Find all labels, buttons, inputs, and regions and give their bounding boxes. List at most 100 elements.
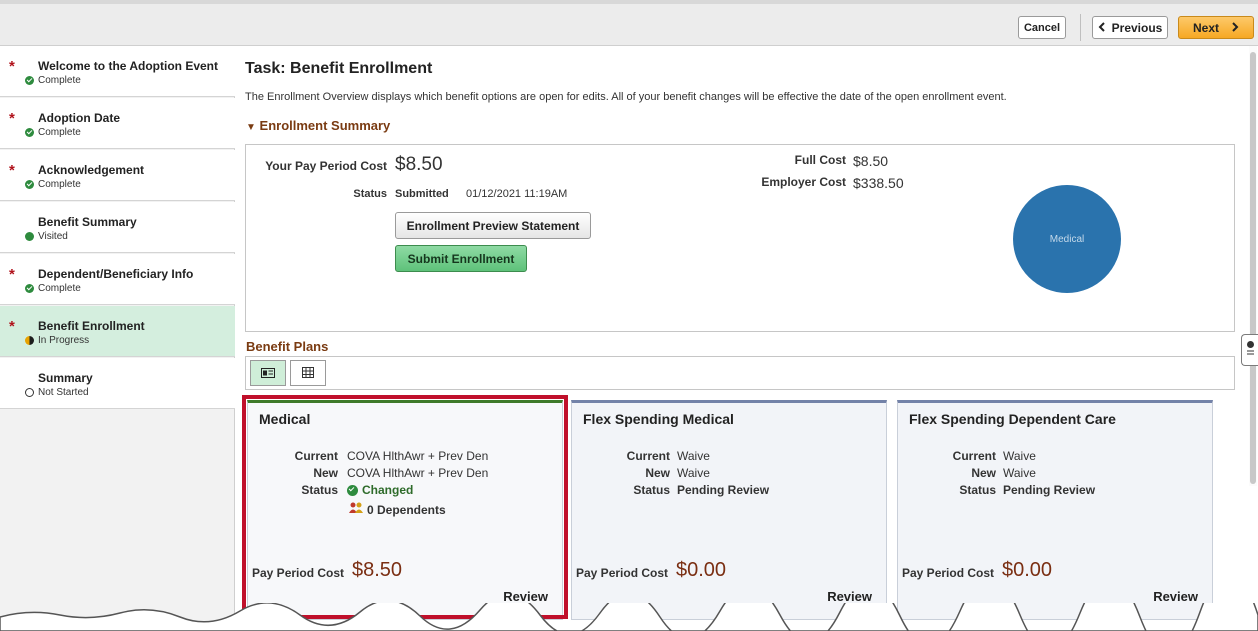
status-text: Complete: [38, 75, 81, 86]
cost-pie-chart[interactable]: Medical: [1012, 184, 1122, 294]
current-value: Waive: [1003, 449, 1036, 463]
sidebar-item-status: Complete: [25, 75, 81, 86]
card-title: Flex Spending Dependent Care: [909, 411, 1116, 427]
status-date: 01/12/2021 11:19AM: [466, 188, 568, 200]
check-circle-icon: [25, 128, 34, 137]
sidebar-item-status: In Progress: [25, 335, 89, 346]
benefit-card-flex-spending-medical[interactable]: Flex Spending Medical Current Waive New …: [571, 400, 887, 620]
review-link[interactable]: Review: [827, 589, 872, 604]
new-label: New: [645, 466, 670, 480]
sidebar-item-welcome[interactable]: * Welcome to the Adoption Event Complete: [0, 46, 235, 97]
current-value: Waive: [677, 449, 710, 463]
benefit-plans-heading: Benefit Plans: [246, 339, 329, 354]
sidebar-item-acknowledgement[interactable]: * Acknowledgement Complete: [0, 150, 235, 201]
pay-period-cost-value: $8.50: [395, 154, 443, 175]
sidebar-item-status: Complete: [25, 283, 81, 294]
previous-button[interactable]: Previous: [1092, 16, 1168, 39]
sidebar-item-benefit-summary[interactable]: Benefit Summary Visited: [0, 202, 235, 253]
full-cost-value: $8.50: [853, 153, 889, 169]
sidebar-item-summary[interactable]: Summary Not Started: [0, 358, 235, 409]
intro-text: The Enrollment Overview displays which b…: [245, 91, 1007, 103]
sidebar-item-adoption-date[interactable]: * Adoption Date Complete: [0, 98, 235, 149]
pay-period-cost-value: $0.00: [1002, 559, 1053, 581]
torn-edge-decoration: [0, 603, 1258, 631]
sidebar-item-title: Summary: [38, 371, 93, 385]
sidebar-item-title: Acknowledgement: [38, 163, 145, 177]
check-circle-icon: [25, 76, 34, 85]
grid-view-icon: [302, 366, 314, 381]
review-link[interactable]: Review: [1153, 589, 1198, 604]
required-marker: *: [9, 110, 15, 127]
pay-period-cost-label: Pay Period Cost: [902, 566, 995, 580]
sidebar-item-title: Benefit Enrollment: [38, 319, 145, 333]
pay-period-cost-label: Pay Period Cost: [576, 566, 669, 580]
required-marker: *: [9, 318, 15, 335]
page-title: Task: Benefit Enrollment: [245, 60, 433, 77]
new-value: Waive: [1003, 466, 1036, 480]
current-label: Current: [952, 449, 996, 463]
grid-view-button[interactable]: [290, 360, 326, 386]
sidebar-item-status: Not Started: [25, 387, 89, 398]
activity-guide-sidebar: * Welcome to the Adoption Event Complete…: [0, 46, 235, 631]
toolbar-divider: [1080, 14, 1081, 41]
status-label: Status: [353, 188, 387, 200]
current-label: Current: [626, 449, 670, 463]
check-circle-icon: [25, 284, 34, 293]
not-started-circle-icon: [25, 388, 34, 397]
status-label: Status: [633, 483, 670, 497]
visited-dot-icon: [25, 232, 34, 241]
pay-period-cost-label: Your Pay Period Cost: [265, 159, 387, 173]
sidebar-item-title: Welcome to the Adoption Event: [38, 59, 219, 73]
sidebar-item-status: Complete: [25, 127, 81, 138]
required-marker: *: [9, 58, 15, 75]
status-value: Pending Review: [677, 483, 770, 497]
status-text: Complete: [38, 283, 81, 294]
required-marker: *: [9, 266, 15, 283]
benefit-card-flex-spending-dependent-care[interactable]: Flex Spending Dependent Care Current Wai…: [897, 400, 1213, 620]
previous-label: Previous: [1111, 20, 1163, 35]
submit-button-label: Submit Enrollment: [407, 251, 515, 266]
status-text: Visited: [38, 231, 68, 242]
preview-button-label: Enrollment Preview Statement: [406, 218, 580, 233]
submit-enrollment-button[interactable]: Submit Enrollment: [395, 245, 527, 272]
status-value: Pending Review: [1003, 483, 1096, 497]
related-content-tab[interactable]: [1241, 334, 1258, 366]
caret-down-icon: ▼: [246, 122, 256, 133]
status-label: Status: [959, 483, 996, 497]
chevron-right-icon: [1231, 21, 1239, 35]
sidebar-item-title: Dependent/Beneficiary Info: [38, 267, 194, 281]
new-value: Waive: [677, 466, 710, 480]
sidebar-item-dependent-info[interactable]: * Dependent/Beneficiary Info Complete: [0, 254, 235, 305]
sidebar-item-title: Adoption Date: [38, 111, 120, 125]
check-circle-icon: [25, 180, 34, 189]
employer-cost-value: $338.50: [853, 175, 904, 191]
next-button[interactable]: Next: [1178, 16, 1254, 39]
cancel-label: Cancel: [1023, 21, 1061, 34]
enrollment-summary-toggle[interactable]: ▼ Enrollment Summary: [246, 118, 390, 133]
pie-chart-icon: [1246, 340, 1255, 361]
card-view-button[interactable]: [250, 360, 286, 386]
pie-slice-label: Medical: [1050, 234, 1084, 245]
status-text: Not Started: [38, 387, 89, 398]
sidebar-item-benefit-enrollment[interactable]: * Benefit Enrollment In Progress: [0, 306, 235, 357]
status-value: Submitted: [395, 188, 449, 200]
status-text: Complete: [38, 127, 81, 138]
chevron-left-icon: [1098, 21, 1106, 35]
full-cost-label: Full Cost: [794, 153, 846, 167]
scrollbar-thumb[interactable]: [1250, 52, 1256, 484]
sidebar-item-status: Complete: [25, 179, 81, 190]
next-label: Next: [1192, 20, 1219, 35]
required-marker: *: [9, 162, 15, 179]
view-toggle-bar: [245, 356, 1235, 390]
enrollment-preview-button[interactable]: Enrollment Preview Statement: [395, 212, 591, 239]
top-toolbar: Cancel Previous Next: [0, 0, 1258, 46]
in-progress-icon: [25, 336, 34, 345]
status-text: In Progress: [38, 335, 90, 346]
cancel-button[interactable]: Cancel: [1018, 16, 1066, 39]
pay-period-cost-value: $0.00: [676, 559, 727, 581]
employer-cost-label: Employer Cost: [761, 175, 846, 189]
highlight-outline: [242, 395, 568, 619]
new-label: New: [971, 466, 996, 480]
card-title: Flex Spending Medical: [583, 411, 734, 427]
status-text: Complete: [38, 179, 81, 190]
